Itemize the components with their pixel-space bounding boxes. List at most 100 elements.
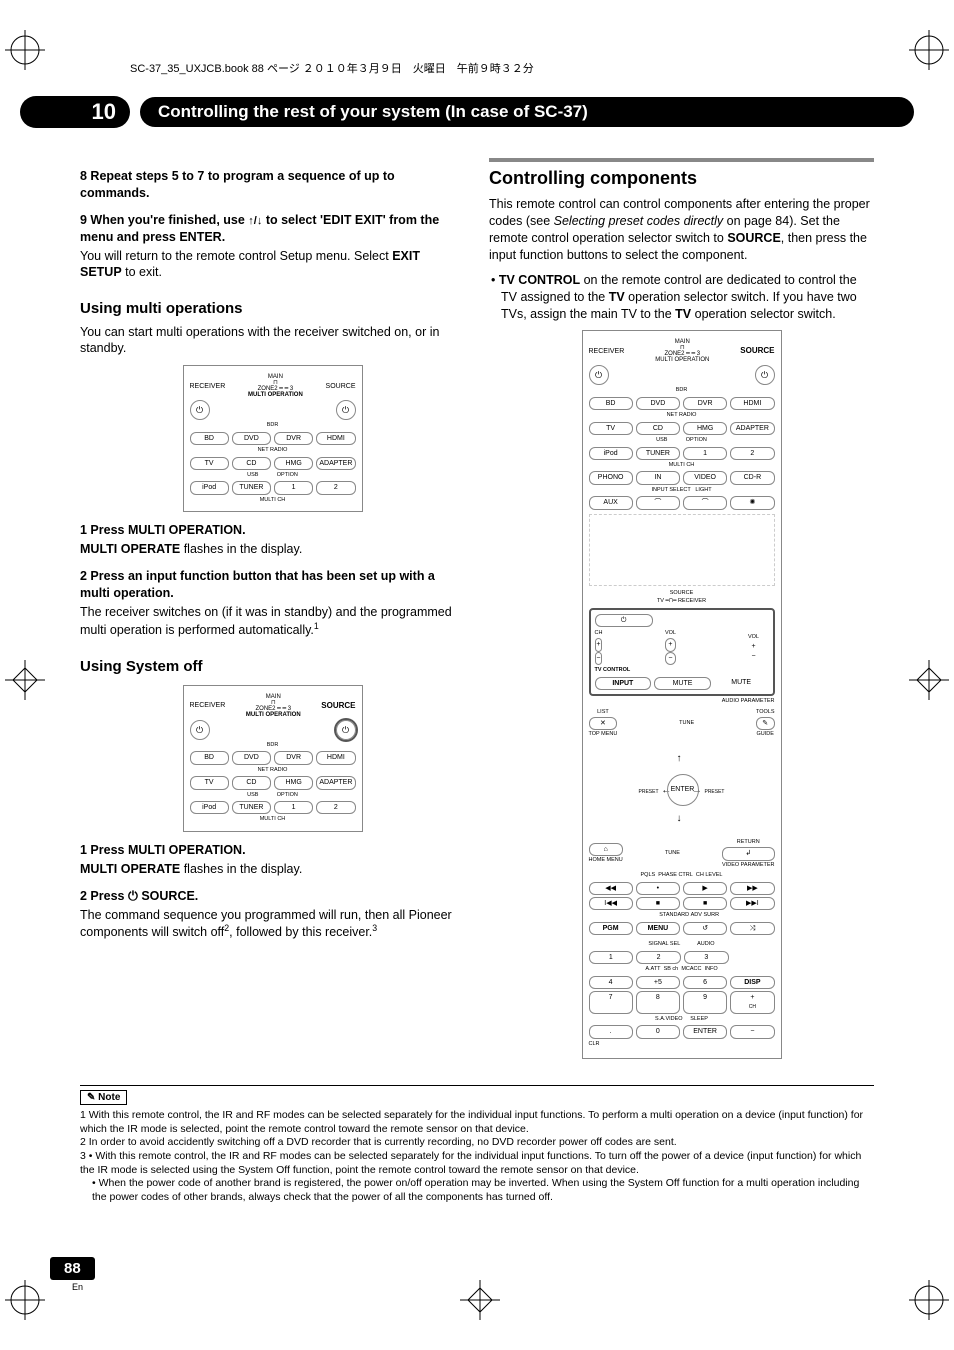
text: flashes in the display. (180, 862, 302, 876)
receiver-power-icon: ⏻ (190, 400, 210, 420)
multi-step-1: 1 Press MULTI OPERATION. (80, 522, 465, 539)
text-bold: TV (675, 307, 691, 321)
btn-dvd: DVD (232, 751, 271, 764)
btn-dvr: DVR (683, 397, 727, 410)
btn-menu: MENU (636, 922, 680, 935)
btn-num-4: 4 (589, 976, 633, 989)
footnote-1: 1 With this remote control, the IR and R… (80, 1109, 874, 1136)
btn-input: INPUT (595, 677, 652, 690)
chapter-number: 10 (20, 96, 130, 128)
text: SOURCE. (138, 889, 198, 903)
btn-tuner: TUNER (232, 481, 271, 494)
spacer (732, 951, 775, 964)
sysoff-step-2: 2 Press ⏻ SOURCE. (80, 888, 465, 905)
label-return: RETURN (722, 839, 774, 846)
btn-in: IN (636, 471, 680, 484)
text-italic: Selecting preset codes directly (554, 214, 724, 228)
btn-num-7: 7 (589, 991, 633, 1014)
btn-num-3: 3 (684, 951, 729, 964)
remote-diagram-full: RECEIVER MAIN⊓ZONE2 ━ ━ 3MULTI OPERATION… (582, 330, 782, 1059)
label-aatt: A.ATT (645, 966, 660, 972)
label-bdr: BDR (589, 387, 775, 394)
btn-2: 2 (316, 481, 355, 494)
text-bold: SOURCE (727, 231, 780, 245)
btn-tv: TV (190, 457, 229, 470)
label-usb: USB (247, 472, 258, 478)
btn-num-5: +5 (636, 976, 680, 989)
footnote-2: 2 In order to avoid accidently switching… (80, 1136, 874, 1150)
label-input-select: INPUT SELECT (651, 487, 690, 493)
label-multich: MULTI CH (190, 497, 356, 504)
label-standard: STANDARD (659, 912, 689, 918)
label-audio-param: AUDIO PARAMETER (589, 698, 775, 705)
sysoff-step-1-body: MULTI OPERATE flashes in the display. (80, 861, 465, 878)
label-ch: CH (595, 630, 603, 637)
source-power-icon: ⏻ (336, 720, 356, 740)
receiver-power-icon: ⏻ (190, 720, 210, 740)
label-list: LIST (589, 709, 618, 716)
step-9: 9 When you're finished, use ↑/↓ to selec… (80, 212, 465, 246)
label-usb: USB (656, 437, 667, 443)
close-icon: ✕ (589, 717, 618, 730)
btn-disp: DISP (730, 976, 774, 989)
label-sba: SB ch (664, 966, 679, 972)
btn-bd: BD (589, 397, 633, 410)
text-bold: TV CONTROL (499, 273, 580, 287)
label-ch: CH (749, 1004, 756, 1010)
label-vol: VOL (665, 630, 676, 637)
btn-light-icon: ✺ (730, 496, 774, 509)
pause-icon: • (636, 882, 680, 895)
label-tune: TUNE (679, 720, 694, 727)
btn-dvd: DVD (636, 397, 680, 410)
crop-mark-icon (909, 30, 949, 70)
up-down-arrow-icon: ↑/↓ (248, 215, 262, 227)
label-source: SOURCE (740, 346, 774, 357)
footnote-ref-1: 1 (314, 621, 319, 631)
btn-num-0: 0 (636, 1025, 680, 1038)
stop-icon: ■ (636, 897, 680, 910)
return-icon: ↲ (722, 847, 774, 860)
repeat-icon: ↺ (683, 922, 727, 935)
text: , followed by this receiver. (229, 926, 372, 940)
btn-dvr: DVR (274, 751, 313, 764)
btn-enter: ENTER (667, 774, 699, 806)
sysoff-step-2-body: The command sequence you programmed will… (80, 907, 465, 942)
bullet-tv-control: TV CONTROL on the remote control are ded… (501, 272, 874, 323)
tv-control-section: ⏻ CH + − VOL (589, 608, 775, 697)
btn-mute: MUTE (654, 677, 711, 690)
label-main: MAIN (268, 374, 283, 380)
vol-minus-icon: − (665, 652, 676, 665)
btn-2: 2 (730, 447, 774, 460)
heading-multi-operations: Using multi operations (80, 299, 465, 319)
multi-body: You can start multi operations with the … (80, 324, 465, 358)
btn-hmg: HMG (274, 776, 313, 789)
label-option: OPTION (277, 792, 298, 798)
label-signalsel: SIGNAL SEL (648, 941, 680, 947)
label-mcacc: MCACC (681, 966, 701, 972)
btn-bd: BD (190, 751, 229, 764)
multi-step-2: 2 Press an input function button that ha… (80, 568, 465, 602)
btn-dvd: DVD (232, 432, 271, 445)
footnote-3b: • When the power code of another brand i… (80, 1177, 874, 1204)
crop-mark-icon (460, 1280, 500, 1320)
btn-2: 2 (316, 801, 355, 814)
power-icon: ⏻ (128, 889, 138, 903)
blank-section (589, 514, 775, 586)
label-info: INFO (705, 966, 718, 972)
label-tune: TUNE (665, 850, 680, 857)
ch-plus-icon: + (595, 638, 603, 651)
btn-cdr: CD-R (730, 471, 774, 484)
text-bold: TV (609, 290, 625, 304)
tv-power-icon: ⏻ (595, 614, 653, 627)
label-receiver: RECEIVER (589, 347, 625, 356)
next-track-icon: ▶▶I (730, 897, 774, 910)
heading-controlling-components: Controlling components (489, 158, 874, 190)
multi-step-2-body: The receiver switches on (if it was in s… (80, 604, 465, 639)
btn-hmg: HMG (683, 422, 727, 435)
ch-minus-icon: − (730, 1025, 774, 1038)
vol-up-icon: + (739, 642, 769, 651)
btn-pgm: PGM (589, 922, 633, 935)
label-advsurr: ADV SURR (691, 912, 719, 918)
label-multi-op: MULTI OPERATION (655, 357, 709, 363)
label-source: SOURCE (321, 701, 355, 712)
